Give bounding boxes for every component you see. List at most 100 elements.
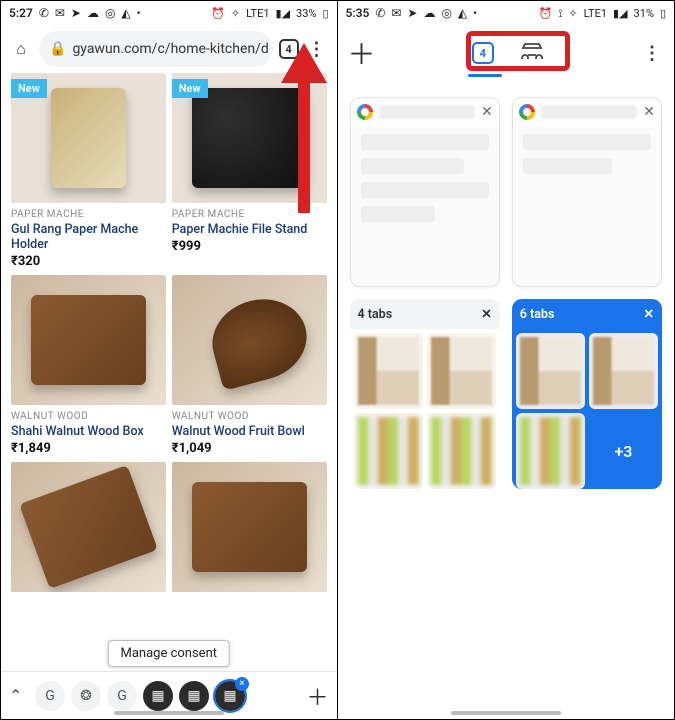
- tab-group-active[interactable]: 6 tabs ✕ +3: [512, 299, 662, 489]
- product-grid: New PAPER MACHE Gul Rang Paper Mache Hol…: [1, 73, 337, 592]
- close-tab-icon[interactable]: ✕: [481, 104, 493, 120]
- telegram-icon: ➤: [407, 6, 417, 20]
- tab-tile[interactable]: ✕: [350, 97, 500, 287]
- close-tab-icon[interactable]: ✕: [643, 104, 655, 120]
- tab-group[interactable]: 4 tabs ✕: [350, 299, 500, 489]
- tab-grid: ✕ ✕ 4 tabs ✕: [338, 81, 675, 497]
- product-price: ₹999: [172, 239, 327, 254]
- product-category: PAPER MACHE: [11, 209, 166, 220]
- close-group-icon[interactable]: ✕: [481, 306, 491, 322]
- consent-button[interactable]: Manage consent: [107, 640, 230, 667]
- vibrate-icon: ✧: [231, 7, 240, 20]
- product-title: Walnut Wood Fruit Bowl: [172, 424, 327, 439]
- tab-group-preview: [427, 333, 496, 409]
- product-category: PAPER MACHE: [172, 209, 327, 220]
- lock-icon: 🔒: [49, 41, 66, 57]
- browser-page-panel: 5:27 ✆ ✉ ➤ ☁ ◎ ◭ • ⏰ ✧ LTE1 ▮◢ 33% ▯ ⌂ 🔒: [1, 1, 338, 719]
- product-card[interactable]: New PAPER MACHE Gul Rang Paper Mache Hol…: [11, 73, 166, 269]
- app-icon: ▦: [187, 688, 200, 704]
- incognito-tabs-button[interactable]: [520, 43, 544, 63]
- new-badge: New: [172, 79, 208, 98]
- globe-icon: ❂: [80, 688, 92, 704]
- product-category: WALNUT WOOD: [11, 411, 166, 422]
- product-price: ₹1,049: [172, 441, 327, 456]
- whatsapp-icon: ✆: [39, 6, 49, 20]
- tab-preview: [351, 126, 499, 286]
- tab-group-label: 4 tabs: [358, 307, 393, 322]
- alarm-icon: ⏰: [211, 7, 225, 20]
- product-category: WALNUT WOOD: [172, 411, 327, 422]
- product-card[interactable]: New PAPER MACHE Paper Machie File Stand …: [172, 73, 327, 269]
- tabstrip-tab[interactable]: ▦: [179, 681, 209, 711]
- cloud-icon: ☁: [87, 6, 99, 20]
- location-icon: ⟟: [558, 7, 562, 20]
- tab-group-preview: [427, 413, 496, 489]
- tab-group-preview: [516, 413, 585, 489]
- cloud-icon: ☁: [423, 6, 435, 20]
- email-icon: ✉: [55, 6, 65, 20]
- gesture-bar: [451, 711, 561, 715]
- google-icon: G: [117, 688, 127, 704]
- tab-group-more[interactable]: +3: [589, 413, 658, 489]
- app-icon: ◭: [121, 6, 130, 20]
- battery-icon: ▯: [322, 7, 328, 20]
- more-icon: •: [473, 6, 477, 20]
- tab-title-blurred: [379, 105, 476, 119]
- app-icon: ▦: [223, 688, 236, 704]
- gesture-bar: [114, 711, 224, 715]
- tabstrip-tab-active[interactable]: ▦: [215, 681, 245, 711]
- overflow-menu-icon[interactable]: ⋮: [305, 39, 329, 60]
- tab-group-preview: [354, 333, 423, 409]
- product-card[interactable]: [172, 462, 327, 592]
- close-group-icon[interactable]: ✕: [644, 306, 654, 322]
- new-tab-button[interactable]: ＋: [348, 33, 376, 73]
- app-icon: ◭: [458, 6, 467, 20]
- tab-switcher-panel: 5:35 ✆ ✉ ➤ ☁ ◎ ◭ • ⏰ ⟟ ✧ LTE1 ▮◢ 31% ▯ ＋: [338, 1, 675, 719]
- browser-toolbar: ⌂ 🔒 gyawun.com/c/home-kitchen/d 4 ⋮: [1, 25, 337, 73]
- product-title: Paper Machie File Stand: [172, 222, 327, 237]
- tabstrip-tab[interactable]: G: [35, 681, 65, 711]
- tab-title-blurred: [541, 105, 638, 119]
- battery-text: 33%: [296, 7, 316, 20]
- tabstrip-tab[interactable]: G: [107, 681, 137, 711]
- tabstrip-tab[interactable]: ▦: [143, 681, 173, 711]
- google-icon: G: [45, 688, 55, 704]
- status-bar: 5:35 ✆ ✉ ➤ ☁ ◎ ◭ • ⏰ ⟟ ✧ LTE1 ▮◢ 31% ▯: [338, 1, 675, 25]
- google-icon: [519, 104, 535, 120]
- url-bar[interactable]: 🔒 gyawun.com/c/home-kitchen/d: [39, 31, 273, 67]
- new-badge: New: [11, 79, 47, 98]
- tab-group-preview: [516, 333, 585, 409]
- tab-tile[interactable]: ✕: [512, 97, 662, 287]
- battery-text: 31%: [634, 7, 654, 20]
- status-bar: 5:27 ✆ ✉ ➤ ☁ ◎ ◭ • ⏰ ✧ LTE1 ▮◢ 33% ▯: [1, 1, 337, 25]
- tabstrip-tab[interactable]: ❂: [71, 681, 101, 711]
- new-tab-button[interactable]: ＋: [306, 680, 328, 712]
- normal-tabs-button[interactable]: 4: [472, 42, 496, 64]
- tab-preview: [513, 126, 661, 286]
- battery-icon: ▯: [660, 7, 666, 20]
- telegram-icon: ➤: [71, 6, 81, 20]
- email-icon: ✉: [391, 6, 401, 20]
- product-card[interactable]: WALNUT WOOD Walnut Wood Fruit Bowl ₹1,04…: [172, 275, 327, 456]
- more-icon: •: [137, 6, 141, 20]
- chevron-up-icon[interactable]: ⌃: [9, 686, 29, 705]
- alarm-icon: ⏰: [539, 7, 553, 20]
- clock: 5:27: [9, 6, 33, 20]
- volte-icon: LTE1: [246, 7, 269, 20]
- tab-group-label: 6 tabs: [520, 307, 555, 322]
- tab-mode-toggle: 4: [472, 35, 544, 71]
- app-icon: ▦: [151, 688, 164, 704]
- tab-group-preview: [354, 413, 423, 489]
- clock: 5:35: [346, 6, 370, 20]
- overflow-menu-icon[interactable]: ⋮: [640, 43, 664, 64]
- product-card[interactable]: [11, 462, 166, 592]
- volte-icon: LTE1: [584, 7, 607, 20]
- camera-icon: ◎: [441, 6, 451, 20]
- camera-icon: ◎: [105, 6, 115, 20]
- tab-switcher-button[interactable]: 4: [279, 39, 299, 59]
- tab-switcher-toolbar: ＋ 4 ⋮: [338, 25, 675, 81]
- home-icon[interactable]: ⌂: [9, 39, 33, 59]
- product-title: Shahi Walnut Wood Box: [11, 424, 166, 439]
- product-price: ₹320: [11, 254, 166, 269]
- product-card[interactable]: WALNUT WOOD Shahi Walnut Wood Box ₹1,849: [11, 275, 166, 456]
